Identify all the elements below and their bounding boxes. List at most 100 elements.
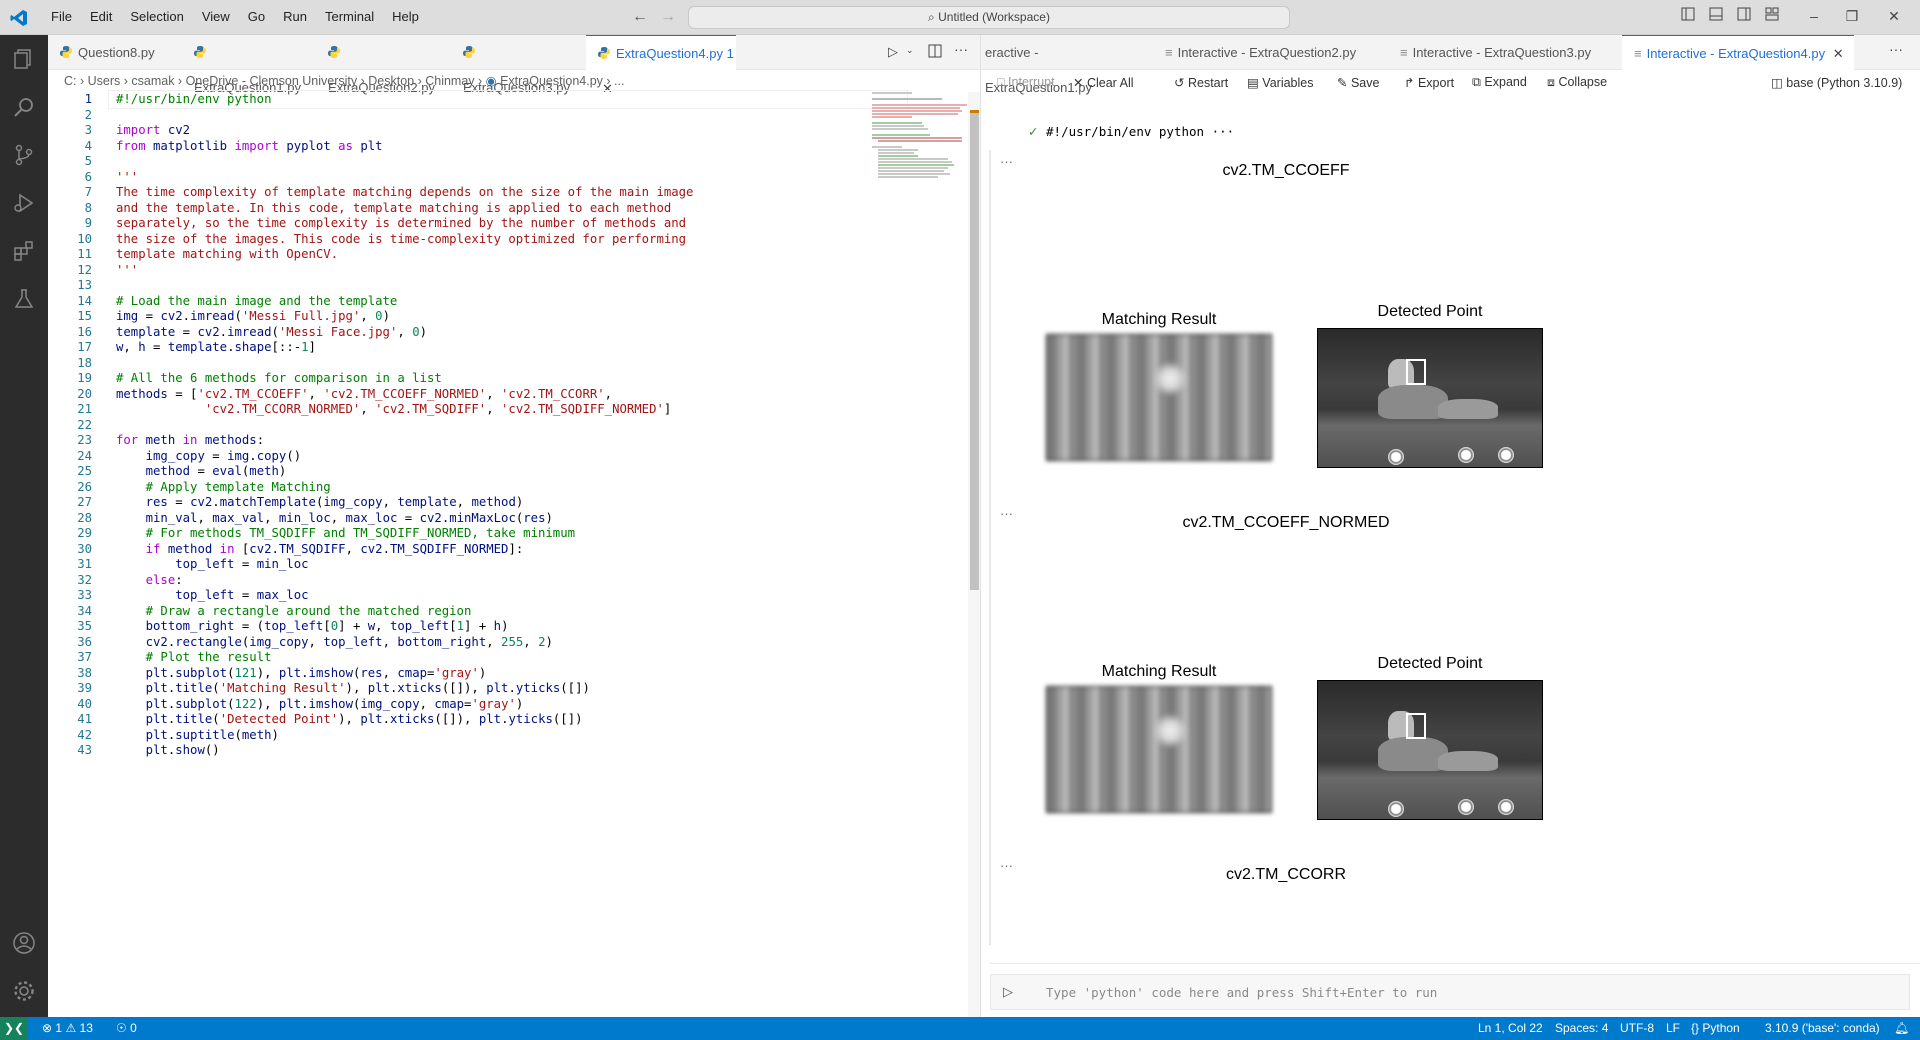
- notifications-bell-icon[interactable]: 🔔︎: [1894, 1021, 1909, 1035]
- search-sidebar-icon[interactable]: [10, 93, 38, 121]
- menu-selection[interactable]: Selection: [121, 9, 192, 24]
- code-line[interactable]: ''': [116, 261, 138, 280]
- tab-question8[interactable]: Question8.py: [48, 35, 182, 70]
- remote-icon[interactable]: ❯❮: [0, 1017, 28, 1040]
- export-button[interactable]: ↱ Export: [1404, 75, 1454, 90]
- detection-rectangle: [1406, 713, 1426, 739]
- close-tab-icon[interactable]: ✕: [1833, 46, 1844, 61]
- extensions-icon[interactable]: [10, 237, 38, 265]
- breadcrumb-item[interactable]: Desktop: [368, 74, 414, 88]
- clear-all-icon: ✕: [1073, 76, 1084, 90]
- save-button[interactable]: ✎ Save: [1337, 75, 1379, 90]
- player-figure: [1438, 751, 1498, 771]
- customize-layout-icon[interactable]: [1762, 6, 1782, 26]
- scrollbar-thumb[interactable]: [970, 110, 979, 590]
- menu-terminal[interactable]: Terminal: [316, 9, 383, 24]
- split-editor-icon[interactable]: [928, 44, 942, 61]
- tab-interactive-extraquestion2[interactable]: ≡ Interactive - ExtraQuestion2.py: [1153, 35, 1388, 70]
- collapse-button[interactable]: ⧈ Collapse: [1547, 75, 1607, 90]
- kernel-picker[interactable]: ◫ base (Python 3.10.9): [1771, 75, 1902, 90]
- menu-help[interactable]: Help: [383, 9, 428, 24]
- account-icon[interactable]: [10, 929, 38, 957]
- breadcrumb-item[interactable]: OneDrive - Clemson University: [186, 74, 358, 88]
- code-line[interactable]: 'cv2.TM_CCORR_NORMED', 'cv2.TM_SQDIFF', …: [116, 400, 671, 419]
- line-number: 43: [77, 743, 92, 757]
- command-center-search[interactable]: ⌕ Untitled (Workspace): [688, 6, 1290, 29]
- collapse-icon: ⧈: [1547, 75, 1555, 89]
- code-line[interactable]: from matplotlib import pyplot as plt: [116, 137, 383, 156]
- source-control-icon[interactable]: [10, 141, 38, 169]
- problems-indicator[interactable]: ⊗ 1 ⚠ 13: [42, 1021, 93, 1035]
- clear-all-button[interactable]: ✕ Clear All: [1073, 75, 1134, 90]
- back-arrow-icon[interactable]: ←: [632, 8, 648, 26]
- close-window-icon[interactable]: ✕: [1884, 6, 1904, 26]
- testing-flask-icon[interactable]: [10, 285, 38, 313]
- breadcrumb-item[interactable]: ExtraQuestion4.py: [500, 74, 603, 88]
- ball: [1388, 449, 1404, 465]
- more-actions-icon[interactable]: ···: [1889, 41, 1903, 57]
- forward-arrow-icon[interactable]: →: [660, 8, 676, 26]
- breadcrumb-item[interactable]: Chinmay: [425, 74, 474, 88]
- variables-button[interactable]: ▤ Variables: [1247, 75, 1313, 90]
- run-cell-icon[interactable]: ▷: [1003, 984, 1013, 1000]
- editor-split-divider[interactable]: [980, 35, 981, 1017]
- python-interpreter[interactable]: 3.10.9 ('base': conda): [1765, 1021, 1880, 1035]
- language-mode[interactable]: {} Python: [1691, 1021, 1740, 1035]
- toggle-secondary-sidebar-icon[interactable]: [1734, 6, 1754, 26]
- tab-extraquestion2[interactable]: ExtraQuestion2.py: [316, 35, 451, 95]
- code-editor[interactable]: 1 #!/usr/bin/env python 2 3 import cv2 4 from …: [48, 90, 968, 1017]
- interrupt-button[interactable]: □ Interrupt: [997, 75, 1055, 89]
- menu-go[interactable]: Go: [239, 9, 274, 24]
- code-line[interactable]: template matching with OpenCV.: [116, 245, 338, 264]
- tab-interactive-extraquestion3[interactable]: ≡ Interactive - ExtraQuestion3.py: [1388, 35, 1622, 70]
- menu-edit[interactable]: Edit: [81, 9, 121, 24]
- more-actions-icon[interactable]: ···: [954, 41, 968, 57]
- breadcrumb: C: › Users › csamak › OneDrive - Clemson…: [64, 74, 625, 88]
- line-ending[interactable]: LF: [1666, 1021, 1680, 1035]
- cell-header[interactable]: ✓ #!/usr/bin/env python ···: [1028, 124, 1234, 139]
- tab-extraquestion4[interactable]: ExtraQuestion4.py 1 ✕: [586, 35, 736, 96]
- ports-indicator[interactable]: ☉ 0: [116, 1021, 137, 1035]
- breadcrumb-item[interactable]: Users: [88, 74, 121, 88]
- cursor-position[interactable]: Ln 1, Col 22: [1478, 1021, 1543, 1035]
- code-line[interactable]: plt.show(): [116, 741, 220, 760]
- output-more-icon[interactable]: ···: [1000, 506, 1013, 521]
- indentation[interactable]: Spaces: 4: [1555, 1021, 1608, 1035]
- minimize-icon[interactable]: –: [1804, 6, 1824, 26]
- tab-extraquestion3[interactable]: ExtraQuestion3.py: [451, 35, 586, 95]
- settings-gear-icon[interactable]: [10, 977, 38, 1005]
- vscode-logo-icon: [10, 10, 27, 26]
- run-file-icon[interactable]: ▷: [888, 44, 898, 60]
- toggle-primary-sidebar-icon[interactable]: [1678, 6, 1698, 26]
- encoding[interactable]: UTF-8: [1620, 1021, 1654, 1035]
- output-more-icon[interactable]: ···: [1000, 154, 1013, 169]
- output-more-icon[interactable]: ···: [1000, 858, 1013, 873]
- warning-icon: ⚠: [65, 1021, 77, 1035]
- ball: [1498, 447, 1514, 463]
- code-line[interactable]: w, h = template.shape[::-1]: [116, 338, 316, 357]
- python-input-box[interactable]: ▷ Type 'python' code here and press Shif…: [990, 974, 1910, 1010]
- menu-file[interactable]: File: [42, 9, 81, 24]
- variables-label: Variables: [1262, 76, 1314, 90]
- breadcrumb-item[interactable]: ...: [614, 74, 624, 88]
- breadcrumb-item[interactable]: C:: [64, 74, 77, 88]
- menu-view[interactable]: View: [193, 9, 239, 24]
- tab-interactive-extraquestion4[interactable]: ≡ Interactive - ExtraQuestion4.py ✕: [1622, 35, 1854, 70]
- editor-scrollbar[interactable]: [968, 92, 980, 1017]
- restart-button[interactable]: ↺ Restart: [1174, 75, 1228, 90]
- subplot-title: Matching Result: [1101, 311, 1217, 328]
- tab-interactive-extraquestion1[interactable]: eractive - ExtraQuestion1.py: [981, 35, 1147, 95]
- explorer-icon[interactable]: [10, 45, 38, 73]
- menu-run[interactable]: Run: [274, 9, 316, 24]
- expand-button[interactable]: ⧉ Expand: [1472, 75, 1527, 90]
- input-placeholder: Type 'python' code here and press Shift+…: [1046, 985, 1438, 1000]
- run-dropdown-chevron-icon[interactable]: ⌄: [906, 45, 914, 56]
- tab-extraquestion1[interactable]: ExtraQuestion1.py: [182, 35, 316, 95]
- minimap[interactable]: [872, 92, 968, 182]
- title-bar: File Edit Selection View Go Run Terminal…: [0, 0, 1920, 35]
- breadcrumb-item[interactable]: csamak: [131, 74, 174, 88]
- run-debug-icon[interactable]: [10, 189, 38, 217]
- restore-icon[interactable]: ❐: [1842, 6, 1862, 26]
- code-line[interactable]: #!/usr/bin/env python: [116, 90, 271, 109]
- toggle-panel-icon[interactable]: [1706, 6, 1726, 26]
